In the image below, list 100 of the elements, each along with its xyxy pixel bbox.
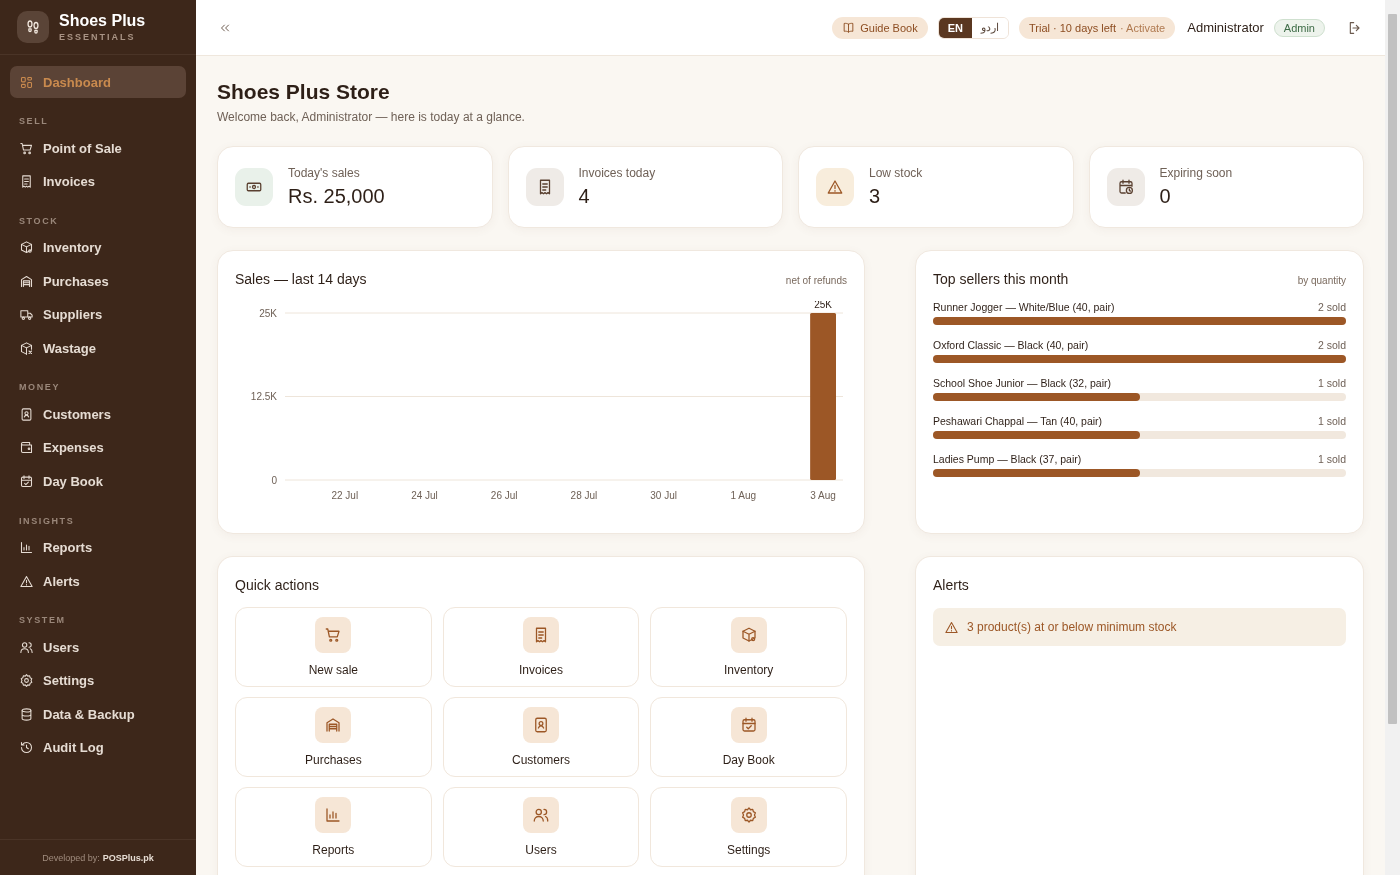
calendar-clock-icon [1116,178,1135,196]
contact-book-icon [532,716,550,734]
nav-item[interactable]: Day Book [10,465,186,498]
quick-action-tile[interactable]: Day Book [650,697,847,777]
nav-item[interactable]: Alerts [10,565,186,598]
nav-item[interactable]: Point of Sale [10,132,186,164]
database-icon [19,706,34,722]
cart-icon [19,140,34,156]
warning-icon [19,573,34,589]
y-axis-label: 12.5K [250,391,277,402]
warehouse-icon [324,716,343,734]
product-name: Peshawari Chappal — Tan (40, pair) [933,415,1103,427]
sold-count: 1 sold [1317,453,1346,465]
user-name: Administrator [1187,20,1264,35]
stat-value: 3 [869,185,882,208]
warning-icon [826,178,844,196]
product-name: Runner Jogger — White/Blue (40, pair) [933,301,1115,313]
card-title: Alerts [933,577,970,593]
quick-action-tile[interactable]: Purchases [235,697,432,777]
wallet-icon [19,440,34,456]
nav-item[interactable]: Inventory [10,231,186,264]
trial-status: Trial · 10 days left [1028,21,1116,34]
scrollbar-thumb[interactable] [1388,14,1397,724]
section-heading: INSIGHTS [18,515,76,526]
calendar-icon [19,474,34,490]
nav-item[interactable]: Users [10,631,186,664]
nav-item[interactable]: Audit Log [10,731,186,764]
stat-value: 0 [1159,185,1172,208]
book-icon [842,21,856,34]
product-name: Oxford Classic — Black (40, pair) [933,339,1089,351]
sold-count: 2 sold [1317,301,1346,313]
sold-count: 1 sold [1317,377,1346,389]
stat-label: Low stock [869,166,923,180]
settings-icon [739,806,758,824]
history-icon [19,740,34,756]
quick-action-tile[interactable]: Invoices [442,607,640,687]
product-name: Ladies Pump — Black (37, pair) [933,453,1082,465]
nav-item[interactable]: Reports [10,531,186,564]
quick-action-tile[interactable]: Inventory [650,607,847,687]
x-axis-label: 3 Aug [810,490,836,501]
nav-item[interactable]: Purchases [10,265,186,298]
bar-value-label: 25K [814,301,832,310]
nav-item[interactable]: Wastage [10,332,186,365]
quick-action-tile[interactable]: Users [442,787,640,867]
nav-item[interactable]: Suppliers [10,298,186,331]
role-badge: Admin [1273,18,1325,37]
y-axis-label: 0 [271,474,277,486]
page-subtitle: Welcome back, Administrator — here is today at a glance. [217,110,526,124]
section-heading: SELL [18,116,50,126]
nav-item[interactable]: Data & Backup [10,698,186,731]
quick-action-tile[interactable]: Reports [235,787,432,867]
stat-label: Invoices today [578,166,656,180]
bar-chart-icon [19,540,34,556]
alert-message: 3 product(s) at or below minimum stock [967,620,1177,634]
page-title: Shoes Plus Store [217,80,391,104]
box-icon [19,340,34,356]
calendar-icon [739,716,758,734]
card-note: by quantity [1297,275,1346,286]
y-axis-label: 25K [259,307,277,319]
box-icon [19,240,34,256]
users-icon [532,806,550,824]
quick-action-tile[interactable]: Customers [442,697,640,777]
quick-action-tile[interactable]: New sale [235,607,432,687]
language-option[interactable]: EN [938,17,972,38]
x-axis-label: 24 Jul [411,490,438,501]
stat-value: 4 [578,185,591,208]
quick-action-tile[interactable]: Settings [650,787,847,867]
x-axis-label: 30 Jul [650,490,677,501]
section-heading: SYSTEM [18,615,67,626]
nav-item[interactable]: Customers [10,398,186,431]
warehouse-icon [19,273,34,289]
truck-icon [19,307,34,323]
product-name: School Shoe Junior — Black (32, pair) [933,377,1111,389]
users-icon [19,639,34,655]
sold-count: 2 sold [1317,339,1346,351]
nav-item[interactable]: Settings [10,664,186,697]
grid-icon [19,74,34,90]
brand-tagline: ESSENTIALS [59,32,137,42]
card-title: Top sellers this month [933,271,1069,287]
nav-item[interactable]: Expenses [10,431,186,464]
x-axis-label: 22 Jul [331,490,359,501]
scrollbar[interactable] [1385,0,1400,875]
x-axis-label: 28 Jul [570,490,598,501]
guide-book-button[interactable]: Guide Book [832,16,928,39]
x-axis-label: 26 Jul [490,490,518,501]
card-title: Sales — last 14 days [235,271,367,287]
settings-icon [19,673,34,689]
section-heading: STOCK [18,215,60,226]
cart-icon [324,626,343,644]
section-heading: MONEY [18,382,61,393]
contact-book-icon [19,406,34,422]
stat-label: Today's sales [288,166,361,180]
sold-count: 1 sold [1317,415,1346,427]
card-note: net of refunds [785,275,847,286]
brand-name: Shoes Plus [59,12,146,30]
box-icon [739,626,758,644]
x-axis-label: 1 Aug [730,490,757,501]
nav-item[interactable]: Invoices [10,165,186,198]
card-title: Quick actions [235,577,321,593]
receipt-icon [19,174,34,190]
